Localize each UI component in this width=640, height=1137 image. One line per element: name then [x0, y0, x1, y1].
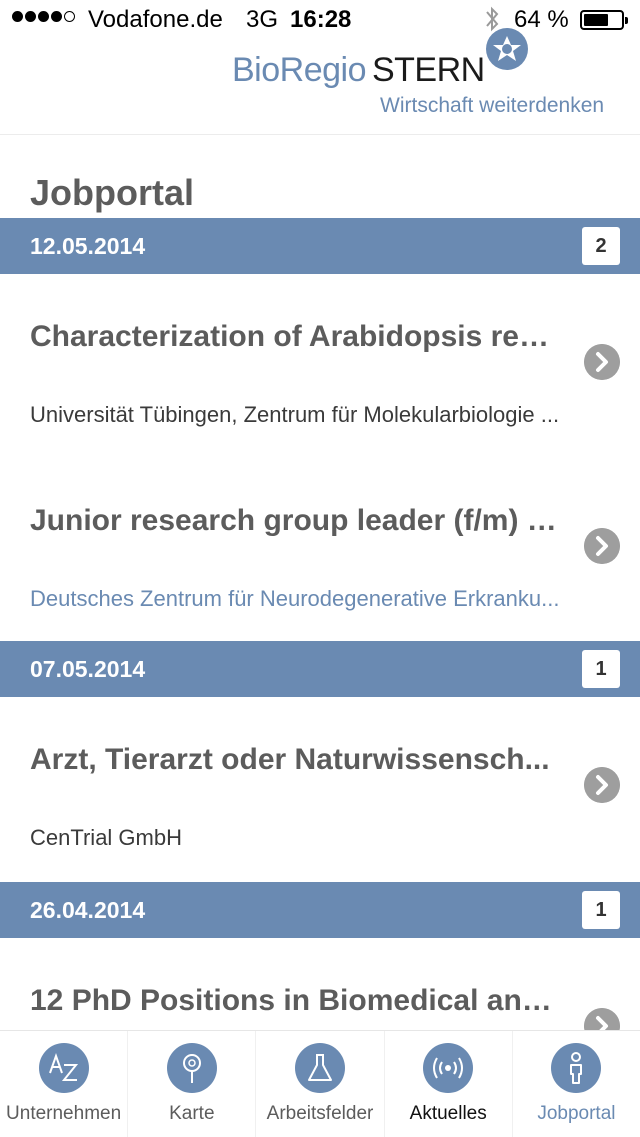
chevron-right-icon[interactable]: [584, 767, 620, 803]
status-bar: Vodafone.de 3G 16:28 64 %: [0, 0, 640, 40]
count-badge: 1: [582, 650, 620, 688]
broadcast-icon: [423, 1043, 474, 1093]
job-list-item[interactable]: Characterization of Arabidopsis rec... U…: [0, 274, 640, 458]
flask-icon: [295, 1043, 345, 1093]
status-time: 16:28: [290, 6, 352, 33]
brand-tagline: Wirtschaft weiterdenken: [380, 94, 605, 117]
brand-part-bio: BioRegio: [232, 51, 366, 89]
brand-logo-text: BioRegio STERN: [232, 50, 485, 90]
job-title: Arzt, Tierarzt oder Naturwissensch...: [30, 743, 550, 776]
date-label: 12.05.2014: [30, 233, 146, 259]
carrier-name: Vodafone.de: [88, 6, 223, 33]
date-label: 07.05.2014: [30, 656, 146, 682]
network-type: 3G: [246, 6, 279, 33]
tab-label: Karte: [169, 1103, 215, 1124]
chevron-right-icon[interactable]: [584, 528, 620, 564]
date-header: 26.04.2014 1: [0, 882, 640, 938]
job-organization: CenTrial GmbH: [30, 825, 182, 850]
job-list-item[interactable]: Junior research group leader (f/m) i... …: [0, 458, 640, 641]
date-header: 07.05.2014 1: [0, 641, 640, 697]
tab-jobportal[interactable]: Jobportal: [513, 1031, 640, 1137]
job-title: Characterization of Arabidopsis rec...: [30, 320, 560, 353]
job-title: Junior research group leader (f/m) i...: [30, 504, 560, 537]
count-badge: 1: [582, 891, 620, 929]
job-list-item[interactable]: Arzt, Tierarzt oder Naturwissensch... Ce…: [0, 697, 640, 882]
chevron-right-icon[interactable]: [584, 344, 620, 380]
job-list-item[interactable]: 12 PhD Positions in Biomedical and...: [0, 938, 640, 1030]
tab-aktuelles[interactable]: Aktuelles: [385, 1031, 513, 1137]
job-organization: Deutsches Zentrum für Neurodegenerative …: [30, 586, 560, 611]
job-title: 12 PhD Positions in Biomedical and...: [30, 984, 560, 1017]
app-header: BioRegio STERN Wirtschaft weiterdenken: [0, 28, 640, 135]
page-title: Jobportal: [30, 172, 195, 213]
person-icon: [551, 1043, 602, 1093]
tab-karte[interactable]: Karte: [128, 1031, 257, 1137]
date-label: 26.04.2014: [30, 897, 146, 923]
map-pin-icon: [166, 1043, 217, 1093]
tab-label: Jobportal: [537, 1103, 616, 1124]
tab-bar: Unternehmen Karte Arbeitsfelder Aktuelle…: [0, 1030, 640, 1137]
az-icon: [38, 1043, 89, 1093]
chevron-right-icon[interactable]: [584, 1008, 620, 1030]
star-logo-icon: [486, 28, 528, 70]
date-header: 12.05.2014 2: [0, 218, 640, 274]
tab-label: Unternehmen: [6, 1103, 122, 1124]
signal-dots-icon: [12, 9, 77, 31]
job-list: 12.05.2014 2 Characterization of Arabido…: [0, 218, 640, 1030]
tab-arbeitsfelder[interactable]: Arbeitsfelder: [256, 1031, 385, 1137]
job-organization: Universität Tübingen, Zentrum für Moleku…: [30, 402, 560, 427]
brand-part-stern: STERN: [371, 51, 485, 89]
tab-unternehmen[interactable]: Unternehmen: [0, 1031, 129, 1137]
tab-label: Aktuelles: [409, 1103, 487, 1124]
count-badge: 2: [582, 227, 620, 265]
tab-label: Arbeitsfelder: [266, 1103, 374, 1124]
battery-icon: [580, 10, 628, 30]
